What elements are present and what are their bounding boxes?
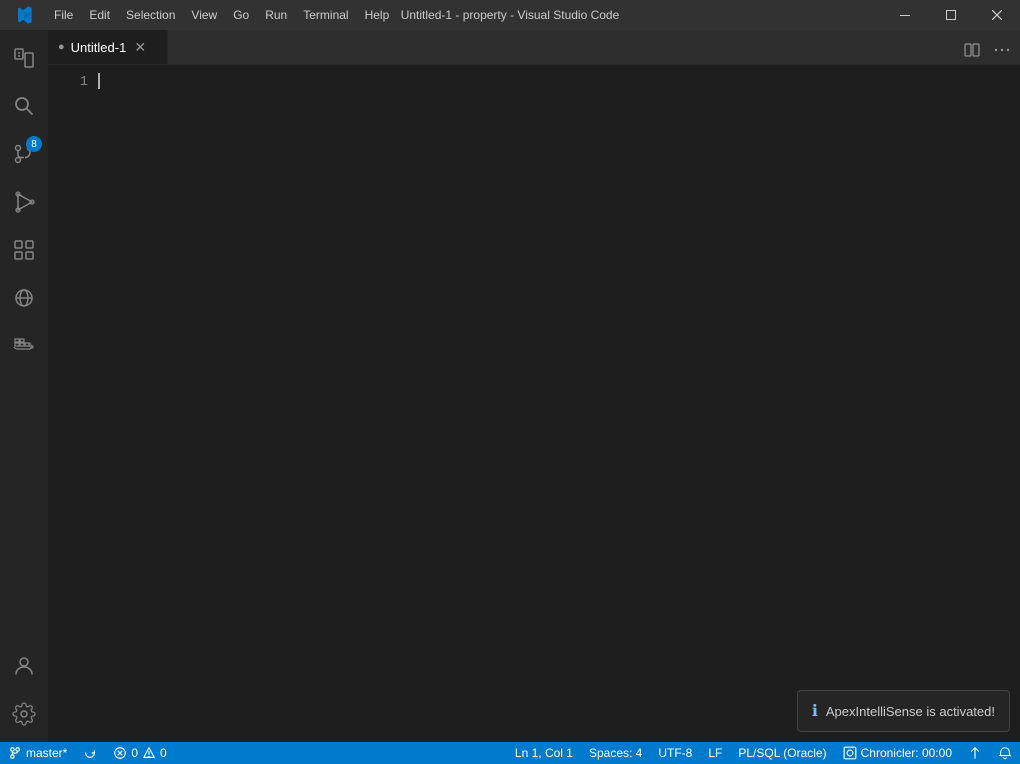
menu-go[interactable]: Go (225, 0, 257, 30)
vscode-logo (0, 0, 46, 30)
maximize-icon (946, 10, 956, 20)
split-editor-button[interactable] (958, 36, 986, 64)
activity-item-explorer[interactable] (0, 34, 48, 82)
notification-toast: ℹ ApexIntelliSense is activated! (797, 690, 1010, 732)
menu-run[interactable]: Run (257, 0, 295, 30)
tab-untitled-1[interactable]: ● Untitled-1 ✕ (48, 30, 168, 64)
menu-edit[interactable]: Edit (81, 0, 118, 30)
line-ending-label: LF (708, 746, 722, 760)
sync-icon (83, 746, 97, 760)
notification-info-icon: ℹ (812, 701, 818, 721)
status-branch[interactable]: master* (0, 742, 75, 764)
tab-label: Untitled-1 (71, 40, 127, 55)
chronicler-icon (843, 746, 857, 760)
branch-icon (8, 746, 22, 760)
status-chronicler[interactable]: Chronicler: 00:00 (835, 742, 960, 764)
activity-bar-bottom (0, 642, 48, 742)
status-language[interactable]: PL/SQL (Oracle) (730, 742, 834, 764)
settings-icon (12, 702, 36, 726)
error-count: 0 (131, 746, 138, 760)
status-right: Ln 1, Col 1 Spaces: 4 UTF-8 LF PL/SQL (O… (507, 742, 1020, 764)
branch-name: master* (26, 746, 67, 760)
warning-icon (142, 746, 156, 760)
cursor-position: Ln 1, Col 1 (515, 746, 573, 760)
more-actions-icon (994, 42, 1010, 58)
chronicler-label: Chronicler: 00:00 (861, 746, 952, 760)
tab-close-button[interactable]: ✕ (132, 39, 148, 55)
docker-icon (12, 334, 36, 358)
editor-content[interactable]: 1 ℹ ApexIntelliSense is activated! (48, 65, 1020, 742)
status-bar: master* 0 0 Ln 1, Col (0, 742, 1020, 764)
accounts-icon (12, 654, 36, 678)
activity-item-accounts[interactable] (0, 642, 48, 690)
more-actions-button[interactable] (988, 36, 1016, 64)
tabs-actions (954, 36, 1020, 64)
activity-item-source-control[interactable]: 8 (0, 130, 48, 178)
maximize-button[interactable] (928, 0, 974, 30)
vscode-logo-icon (13, 5, 33, 25)
search-icon (12, 94, 36, 118)
activity-item-docker[interactable] (0, 322, 48, 370)
line-numbers: 1 (48, 65, 98, 742)
menu-view[interactable]: View (183, 0, 225, 30)
status-notifications[interactable] (990, 742, 1020, 764)
source-control-badge: 8 (26, 136, 42, 152)
run-debug-icon (12, 190, 36, 214)
window-controls (882, 0, 1020, 30)
spaces-label: Spaces: 4 (589, 746, 642, 760)
menu-help[interactable]: Help (357, 0, 398, 30)
status-sync[interactable] (75, 742, 105, 764)
menu-selection[interactable]: Selection (118, 0, 183, 30)
notifications-icon (998, 746, 1012, 760)
activity-item-remote-explorer[interactable] (0, 274, 48, 322)
tabs-bar: ● Untitled-1 ✕ (48, 30, 1020, 65)
language-label: PL/SQL (Oracle) (738, 746, 826, 760)
editor-area: ● Untitled-1 ✕ (48, 30, 1020, 742)
remote-explorer-icon (12, 286, 36, 310)
menu-bar: File Edit Selection View Go Run Terminal… (46, 0, 397, 30)
split-editor-icon (964, 42, 980, 58)
window-title: Untitled-1 - property - Visual Studio Co… (401, 8, 620, 22)
notification-message: ApexIntelliSense is activated! (826, 704, 995, 719)
status-liveshare[interactable] (960, 742, 990, 764)
activity-item-run-debug[interactable] (0, 178, 48, 226)
extensions-icon (12, 238, 36, 262)
error-icon (113, 746, 127, 760)
tab-dot: ● (58, 41, 65, 53)
main-container: 8 (0, 30, 1020, 742)
activity-item-settings[interactable] (0, 690, 48, 738)
close-icon (992, 10, 1002, 20)
status-errors[interactable]: 0 0 (105, 742, 174, 764)
status-spaces[interactable]: Spaces: 4 (581, 742, 650, 764)
encoding-label: UTF-8 (658, 746, 692, 760)
warning-count: 0 (160, 746, 167, 760)
minimize-icon (900, 15, 910, 16)
title-bar: File Edit Selection View Go Run Terminal… (0, 0, 1020, 30)
status-encoding[interactable]: UTF-8 (650, 742, 700, 764)
liveshare-icon (968, 746, 982, 760)
cursor-line (98, 73, 1020, 89)
activity-bar: 8 (0, 30, 48, 742)
minimize-button[interactable] (882, 0, 928, 30)
explorer-icon (12, 46, 36, 70)
code-editor[interactable] (98, 65, 1020, 742)
activity-item-search[interactable] (0, 82, 48, 130)
close-button[interactable] (974, 0, 1020, 30)
menu-file[interactable]: File (46, 0, 81, 30)
status-left: master* 0 0 (0, 742, 175, 764)
menu-terminal[interactable]: Terminal (295, 0, 356, 30)
activity-item-extensions[interactable] (0, 226, 48, 274)
text-cursor (98, 73, 100, 89)
status-position[interactable]: Ln 1, Col 1 (507, 742, 581, 764)
status-line-ending[interactable]: LF (700, 742, 730, 764)
title-bar-left: File Edit Selection View Go Run Terminal… (0, 0, 397, 30)
